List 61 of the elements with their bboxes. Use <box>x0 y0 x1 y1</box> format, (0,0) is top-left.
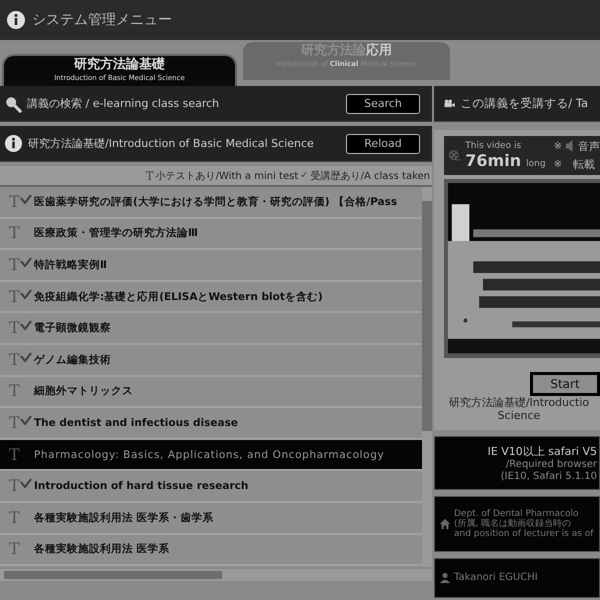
mini-test-mark: T <box>9 320 20 336</box>
check-icon <box>20 414 32 425</box>
mini-test-mark: T <box>9 256 20 273</box>
lecture-item[interactable]: T 各種実験施設利用法 医学系・歯学系 <box>0 502 422 535</box>
lecture-item[interactable]: T Introduction of hard tissue research <box>0 471 422 503</box>
lecturer-name: Takanori EGUCHI <box>454 573 538 583</box>
reload-button[interactable]: Reload <box>346 134 420 154</box>
mini-test-mark: T <box>9 383 20 400</box>
person-icon <box>439 572 451 584</box>
browser-requirement-english: /Required browser (IE10, Safari 5.1.10 <box>500 458 597 482</box>
reprint-note: 転載 <box>573 156 595 172</box>
mini-test-mark: T <box>9 510 20 526</box>
legend-text: 小テストあり/With a mini test <box>156 170 298 182</box>
check-icon <box>20 320 32 330</box>
note-mark: ※ <box>554 158 562 170</box>
mini-test-mark: T <box>9 446 20 463</box>
lecture-item[interactable]: T Pharmacology: Basics, Applications, and Oncopharmacology <box>0 440 422 472</box>
course-caption: 研究方法論基礎/Introductio Science <box>448 396 590 422</box>
start-button[interactable]: Start <box>530 372 600 396</box>
browser-requirement: IE V10以上 safari V5 <box>488 444 597 458</box>
mini-test-mark: T <box>9 478 20 494</box>
lecture-item[interactable]: T 特許戦略実例Ⅱ <box>0 250 422 282</box>
search-icon <box>4 94 22 112</box>
check-icon <box>20 256 32 267</box>
check-icon: ✓ <box>300 170 309 181</box>
lecture-item[interactable]: T 各種実験施設利用法 医学系 <box>0 534 422 566</box>
mini-test-mark: T <box>9 288 20 305</box>
lecture-item[interactable]: T 医歯薬学研究の評価(大学における学問と教育・研究の評価) 【合格/Pass <box>0 187 422 219</box>
info-icon <box>4 134 23 153</box>
check-icon <box>20 478 32 488</box>
video-duration: 76min <box>465 150 522 170</box>
lecture-item[interactable]: T 電子顕微鏡観察 <box>0 313 422 345</box>
info-icon <box>6 10 26 30</box>
menu-title: システム管理メニュー <box>32 11 172 29</box>
audio-note: 音声 <box>578 138 600 154</box>
check-icon <box>20 194 32 204</box>
check-icon <box>20 288 32 299</box>
mini-test-icon: T <box>146 168 154 182</box>
lecture-item[interactable]: T 免疫組織化学:基礎と応用(ELISAとWestern blotを含む) <box>0 282 422 314</box>
horizontal-scrollbar[interactable] <box>0 569 432 581</box>
search-button[interactable]: Search <box>346 94 420 114</box>
mini-test-mark: T <box>9 352 20 368</box>
video-length-unit: long <box>526 158 546 169</box>
mini-test-mark: T <box>9 414 20 431</box>
lecture-item[interactable]: T ゲノム編集技術 <box>0 344 422 377</box>
take-course-heading: この講義を受講する/ Ta <box>460 96 588 111</box>
lecture-item[interactable]: T 細胞外マトリックス <box>0 376 422 408</box>
vertical-scrollbar[interactable] <box>422 187 432 567</box>
lecture-item[interactable]: T 医療政策・管理学の研究方法論Ⅲ <box>0 218 422 250</box>
department-text: Dept. of Dental Pharmacolo (所属, 職名は動画収録当時の and position of lecturer is as of <box>454 509 594 539</box>
video-length-label: This video is <box>465 140 522 151</box>
legend-text: 受講歴あり/A class taken <box>310 170 430 182</box>
mini-test-mark: T <box>9 194 20 210</box>
speaker-icon <box>565 140 575 152</box>
note-mark: ※ <box>554 140 562 152</box>
check-icon <box>20 352 32 362</box>
home-icon <box>439 518 451 530</box>
search-label: 講義の検索 / e-learning class search <box>27 96 220 111</box>
mini-test-mark: T <box>9 541 20 558</box>
mini-test-mark: T <box>9 225 20 242</box>
course-label: 研究方法論基礎/Introduction of Basic Medical Science <box>28 136 315 151</box>
